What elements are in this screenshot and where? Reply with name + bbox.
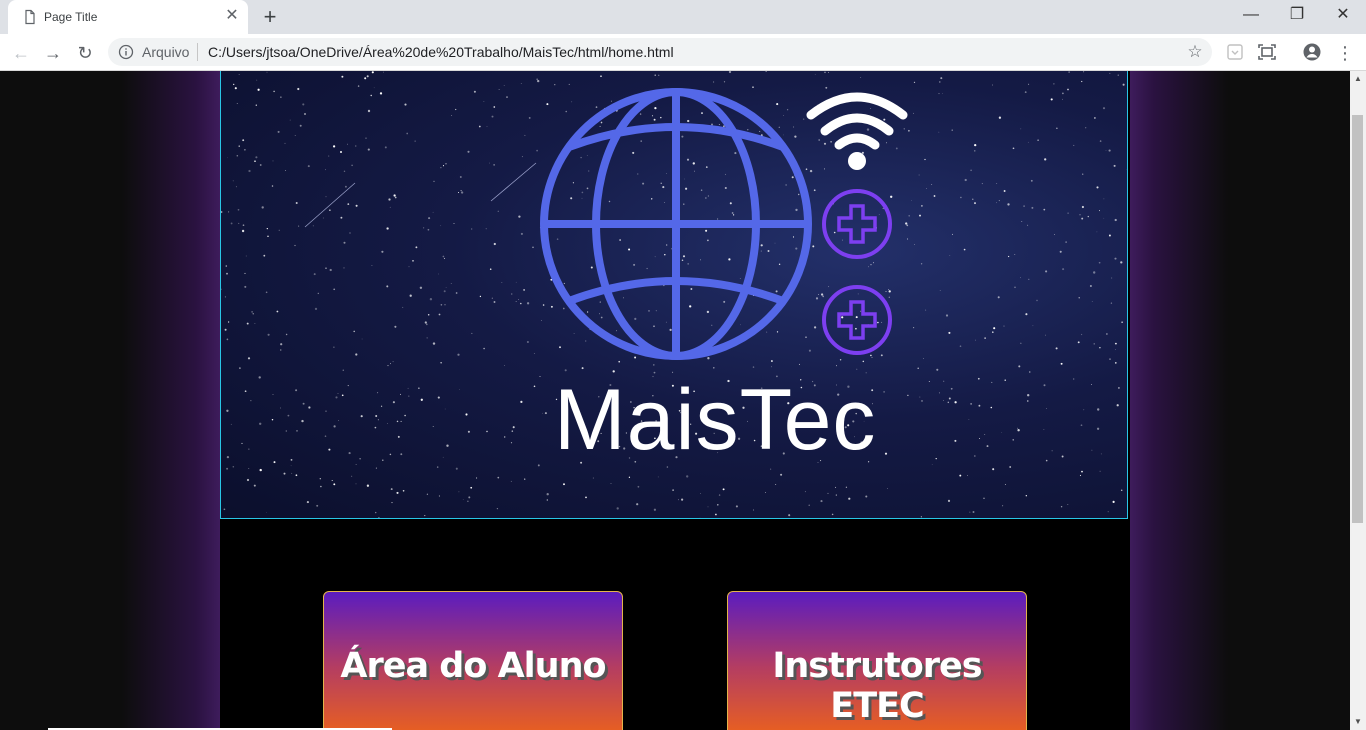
hero-banner: MaisTec: [220, 71, 1128, 519]
brand-title: MaisTec: [554, 372, 877, 468]
globe-icon: [540, 88, 812, 360]
address-bar[interactable]: Arquivo C:/Users/jtsoa/OneDrive/Área%20d…: [108, 38, 1212, 66]
tab-title: Page Title: [44, 10, 98, 24]
page-viewport: MaisTec Área do Aluno Instrutores ETEC: [0, 71, 1350, 730]
tab-strip: Page Title ✕ + — ❐ ✕: [0, 0, 1366, 34]
extension-icon[interactable]: [1224, 41, 1246, 63]
aluno-button-label: Área do Aluno: [340, 646, 606, 686]
bookmark-star-icon[interactable]: ☆: [1184, 41, 1206, 63]
scroll-up-arrow-icon[interactable]: ▲: [1350, 71, 1366, 87]
reload-button[interactable]: ↻: [72, 40, 98, 66]
scroll-down-arrow-icon[interactable]: ▼: [1350, 714, 1366, 730]
instrutores-button[interactable]: Instrutores ETEC: [727, 591, 1027, 730]
profile-icon[interactable]: [1301, 41, 1323, 63]
aluno-button[interactable]: Área do Aluno: [323, 591, 623, 730]
minimize-button[interactable]: —: [1228, 0, 1274, 32]
browser-toolbar: ← → ↻ Arquivo C:/Users/jtsoa/OneDrive/Ár…: [0, 34, 1366, 71]
page-icon: [25, 9, 35, 25]
plus-circle-icon: [822, 285, 892, 355]
info-icon: [118, 44, 134, 60]
omnibox-divider: [197, 43, 198, 61]
vertical-scrollbar[interactable]: ▲ ▼: [1350, 71, 1366, 730]
instrutores-button-label: Instrutores ETEC: [772, 646, 982, 726]
back-button[interactable]: ←: [8, 40, 34, 66]
restore-button[interactable]: ❐: [1274, 0, 1320, 32]
cast-icon[interactable]: [1256, 41, 1278, 63]
browser-tab[interactable]: Page Title ✕: [8, 0, 248, 34]
scroll-thumb[interactable]: [1352, 115, 1363, 523]
url-text[interactable]: C:/Users/jtsoa/OneDrive/Área%20de%20Trab…: [208, 44, 674, 60]
close-tab-icon[interactable]: ✕: [222, 6, 242, 26]
close-window-button[interactable]: ✕: [1320, 0, 1366, 32]
forward-button[interactable]: →: [40, 40, 66, 66]
browser-chrome: Page Title ✕ + — ❐ ✕ ← → ↻ Arquivo C:/Us…: [0, 0, 1366, 71]
plus-circle-icon: [822, 189, 892, 259]
new-tab-button[interactable]: +: [258, 5, 282, 29]
menu-icon[interactable]: ⋮: [1332, 40, 1358, 66]
wifi-icon: [806, 92, 908, 170]
scheme-label: Arquivo: [142, 44, 190, 60]
